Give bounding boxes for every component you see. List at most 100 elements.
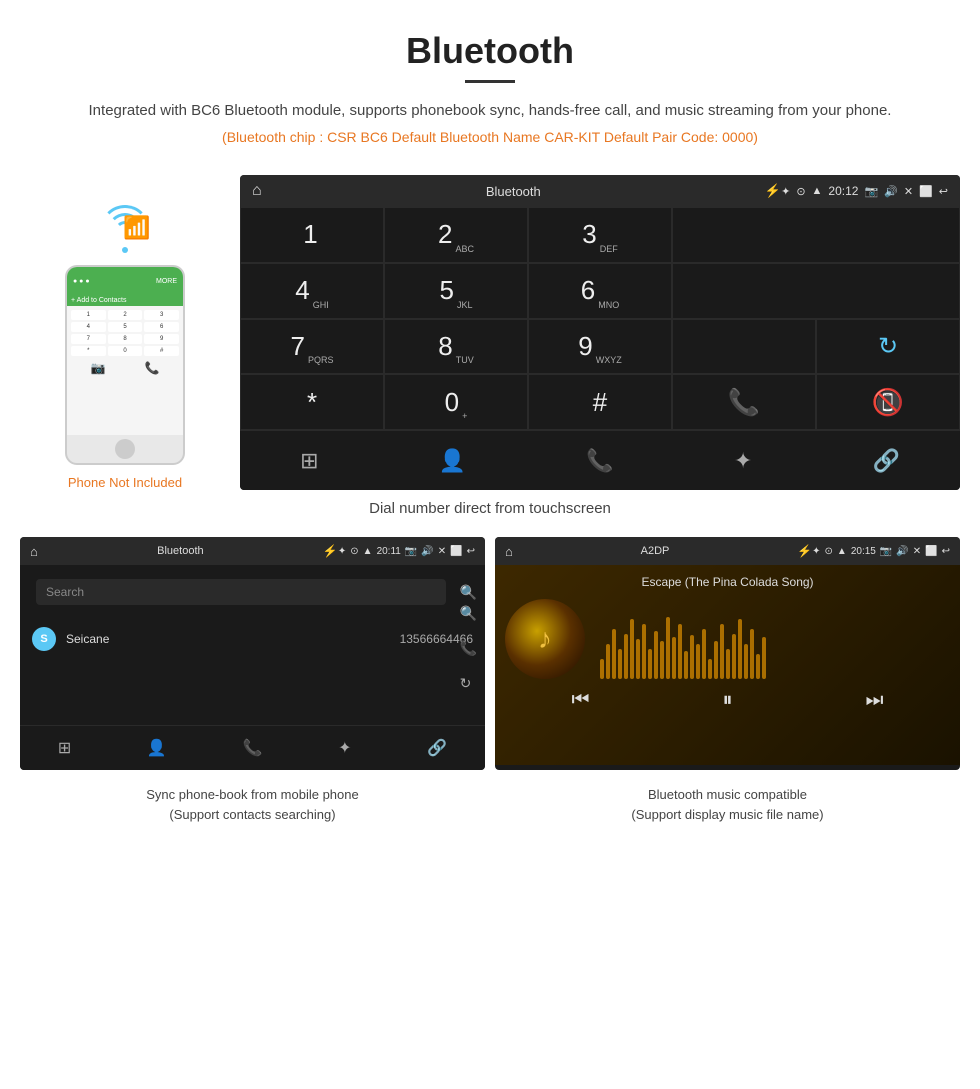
- music-caption-text: Bluetooth music compatible(Support displ…: [631, 787, 823, 822]
- music-status-icons: ✦ ⊙ ▲ 20:15 📷 🔊 ✕ ⬜ ↩: [812, 546, 950, 557]
- contact-name: Seicane: [66, 632, 390, 646]
- dp-4: 4: [71, 322, 106, 332]
- grid-icon[interactable]: ⊞: [300, 448, 318, 474]
- key-3[interactable]: 3DEF: [528, 207, 672, 263]
- search-row: Search 🔍: [20, 565, 485, 619]
- wave-bar: [738, 619, 742, 679]
- status-icons: ✦ ⊙ ▲ 20:12 📷 🔊 ✕ ⬜ ↩: [781, 184, 948, 198]
- dp-hash: #: [144, 346, 179, 356]
- wave-bar: [648, 649, 652, 679]
- music-status-bar: ⌂ A2DP ⚡ ✦ ⊙ ▲ 20:15 📷 🔊 ✕ ⬜ ↩: [495, 537, 960, 565]
- page-header: Bluetooth Integrated with BC6 Bluetooth …: [0, 0, 980, 175]
- back-icon[interactable]: ↩: [939, 185, 948, 198]
- screen-title: Bluetooth: [262, 184, 765, 199]
- key-5[interactable]: 5JKL: [384, 263, 528, 319]
- mu-back-icon[interactable]: ↩: [942, 546, 950, 557]
- android-bottom-nav: ⊞ 👤 📞 ✦ 🔗: [240, 430, 960, 490]
- key-star[interactable]: *: [240, 374, 384, 430]
- key-4[interactable]: 4GHI: [240, 263, 384, 319]
- pb-phone-icon[interactable]: 📞: [243, 738, 263, 758]
- dp-6: 6: [144, 322, 179, 332]
- music-waveform: [600, 599, 950, 679]
- empty-mid-right: [672, 263, 960, 319]
- mu-loc-icon: ⊙: [825, 546, 833, 557]
- pb-loc-icon: ⊙: [350, 546, 358, 557]
- page-title: Bluetooth: [20, 30, 960, 72]
- phone-mockup: ● ● ● MORE + Add to Contacts 123 456 789…: [65, 265, 185, 465]
- contact-entry[interactable]: S Seicane 13566664466: [20, 619, 485, 659]
- phonebook-side-icons: 🔍 📞 ↻: [460, 605, 477, 692]
- key-7[interactable]: 7PQRS: [240, 319, 384, 375]
- wave-bar: [678, 624, 682, 679]
- wave-bar: [720, 624, 724, 679]
- play-pause-icon[interactable]: ⏸: [723, 689, 733, 712]
- main-content: 📶 ● ● ● MORE + Add to Contacts 123 456 7…: [0, 175, 980, 490]
- volume-icon: 🔊: [884, 185, 898, 198]
- link-icon[interactable]: 🔗: [872, 448, 899, 474]
- home-icon[interactable]: ⌂: [252, 182, 262, 200]
- music-home-icon[interactable]: ⌂: [505, 544, 513, 559]
- call-side-icon[interactable]: 📞: [460, 640, 477, 657]
- phonebook-home-icon[interactable]: ⌂: [30, 544, 38, 559]
- key-6[interactable]: 6MNO: [528, 263, 672, 319]
- phone-not-included-label: Phone Not Included: [68, 475, 182, 490]
- wave-bar: [666, 617, 670, 679]
- key-2[interactable]: 2ABC: [384, 207, 528, 263]
- hangup-button[interactable]: 📵: [816, 374, 960, 430]
- usb-icon: ⚡: [765, 183, 781, 199]
- prev-icon[interactable]: ⏮: [572, 689, 590, 712]
- wave-bar: [744, 644, 748, 679]
- camera-icon: 📷: [91, 361, 106, 375]
- key-hash[interactable]: #: [528, 374, 672, 430]
- pb-time: 20:11: [377, 546, 401, 557]
- pb-grid-icon[interactable]: ⊞: [58, 738, 71, 758]
- next-icon[interactable]: ⏭: [866, 689, 884, 712]
- wave-bar: [690, 635, 694, 679]
- phone-nav-icon[interactable]: 📞: [586, 448, 613, 474]
- call-button[interactable]: 📞: [672, 374, 816, 430]
- contact-avatar: S: [32, 627, 56, 651]
- android-status-bar: ⌂ Bluetooth ⚡ ✦ ⊙ ▲ 20:12 📷 🔊 ✕ ⬜ ↩: [240, 175, 960, 207]
- search-field[interactable]: Search: [36, 579, 446, 605]
- key-8[interactable]: 8TUV: [384, 319, 528, 375]
- key-0[interactable]: 0+: [384, 374, 528, 430]
- wave-bar: [600, 659, 604, 679]
- dp-9: 9: [144, 334, 179, 344]
- phonebook-caption-text: Sync phone-book from mobile phone(Suppor…: [146, 787, 358, 822]
- search-icon[interactable]: 🔍: [460, 584, 477, 601]
- wave-bar: [660, 641, 664, 679]
- phone-more-label: MORE: [156, 278, 177, 285]
- search-side-icon[interactable]: 🔍: [460, 605, 477, 622]
- main-caption: Dial number direct from touchscreen: [0, 500, 980, 517]
- phonebook-panel: ⌂ Bluetooth ⚡ ✦ ⊙ ▲ 20:11 📷 🔊 ✕ ⬜ ↩ Sear…: [20, 537, 485, 770]
- pb-bt-nav-icon[interactable]: ✦: [338, 738, 351, 758]
- wave-bar: [762, 637, 766, 679]
- phonebook-bottom-nav: ⊞ 👤 📞 ✦ 🔗: [20, 725, 485, 770]
- key-1[interactable]: 1: [240, 207, 384, 263]
- dp-8: 8: [108, 334, 143, 344]
- key-9[interactable]: 9WXYZ: [528, 319, 672, 375]
- status-time: 20:12: [828, 184, 858, 198]
- refresh-side-icon[interactable]: ↻: [460, 675, 477, 692]
- refresh-icon[interactable]: ↻: [816, 319, 960, 375]
- pb-person-icon[interactable]: 👤: [147, 738, 167, 758]
- person-icon[interactable]: 👤: [439, 448, 466, 474]
- wave-bar: [732, 634, 736, 679]
- phone-home-button: [115, 439, 135, 459]
- music-panel: ⌂ A2DP ⚡ ✦ ⊙ ▲ 20:15 📷 🔊 ✕ ⬜ ↩ Escape (T…: [495, 537, 960, 770]
- pb-link-icon[interactable]: 🔗: [427, 738, 447, 758]
- pb-back-icon[interactable]: ↩: [467, 546, 475, 557]
- dp-7: 7: [71, 334, 106, 344]
- pb-cam-icon: 📷: [405, 546, 417, 557]
- phonebook-usb-icon: ⚡: [323, 544, 338, 558]
- music-disc: ♪: [505, 599, 585, 679]
- phone-screen: 123 456 789 *0# 📷 📞: [67, 306, 183, 435]
- title-divider: [465, 80, 515, 83]
- empty-top-right: [672, 207, 960, 263]
- bluetooth-nav-icon[interactable]: ✦: [734, 448, 752, 474]
- music-album-area: ♪: [505, 599, 950, 679]
- music-usb-icon: ⚡: [797, 544, 812, 558]
- wave-bar: [726, 649, 730, 679]
- music-note-icon: ♪: [538, 623, 552, 655]
- bottom-captions: Sync phone-book from mobile phone(Suppor…: [0, 785, 980, 824]
